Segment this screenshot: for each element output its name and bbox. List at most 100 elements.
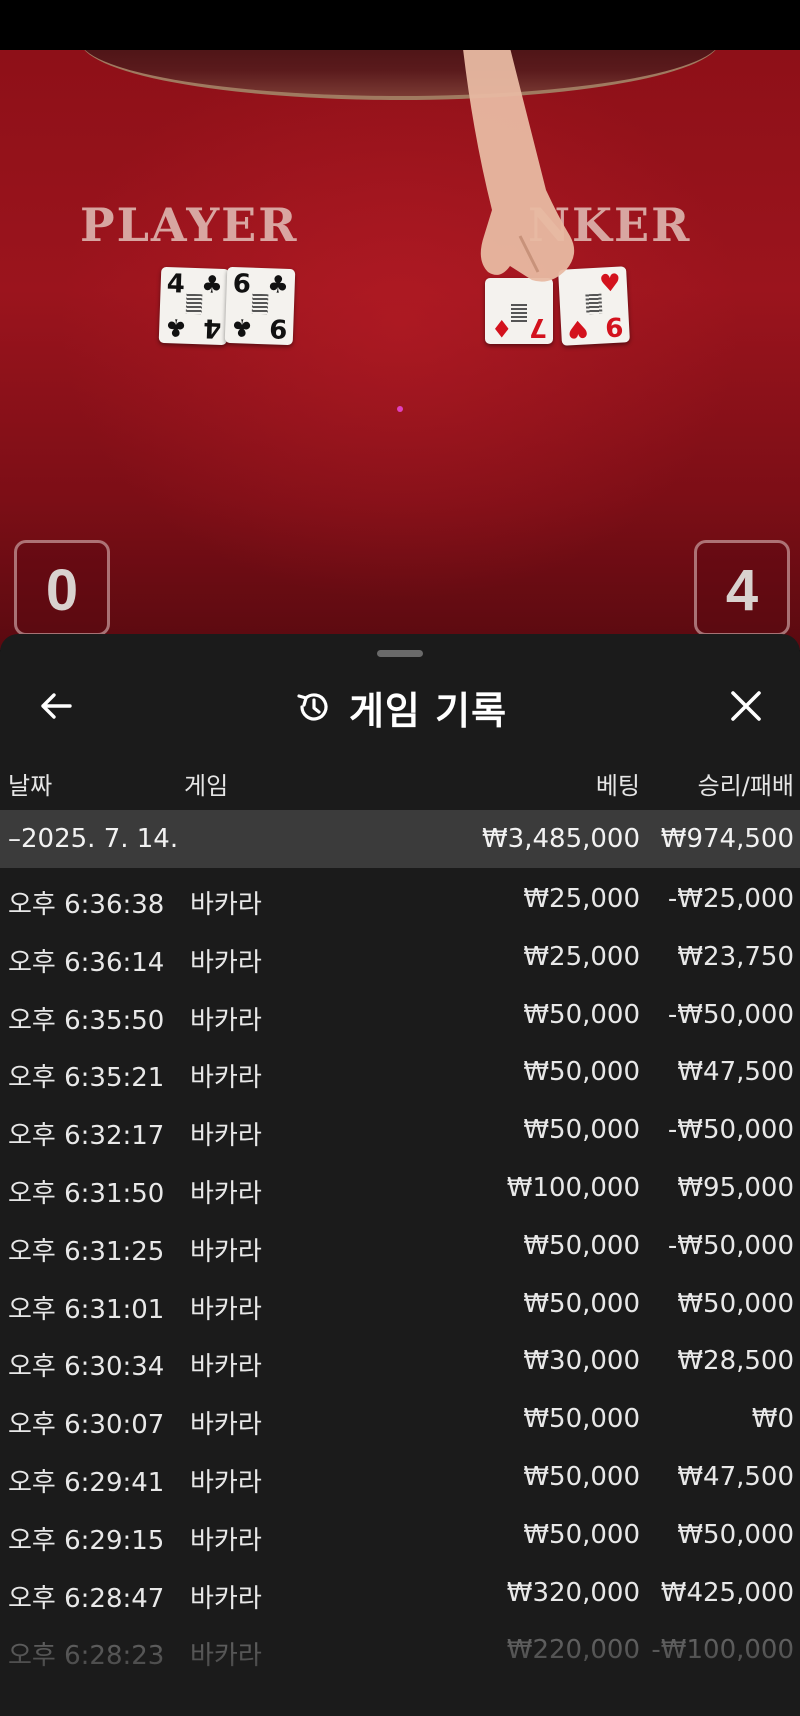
sheet-header: 게임 기록 [0,674,800,740]
row-time: 오후 6:28:47 [8,1583,165,1614]
column-header-bet: 베팅 [595,772,640,800]
row-game: 바카라 [190,1063,262,1094]
drag-handle[interactable] [377,650,423,657]
history-row[interactable]: 오후 6:30:34 바카라 ₩30,000 ₩28,500 [0,1330,800,1388]
row-win-loss: ₩0 [751,1404,794,1435]
card-rank-bottom: 9 [268,312,288,343]
banker-score: 4 [694,540,790,636]
table-rim [80,50,720,100]
history-row[interactable]: 오후 6:31:01 바카라 ₩50,000 ₩50,000 [0,1273,800,1331]
row-time: 오후 6:36:14 [8,947,165,978]
history-row[interactable]: 오후 6:32:17 바카라 ₩50,000 -₩50,000 [0,1099,800,1157]
club-suit-icon: ♣ [200,270,224,299]
heart-suit-icon: ♥ [598,268,622,298]
column-header-date: 날짜 [8,772,53,800]
status-bar [0,0,800,50]
row-win-loss: -₩100,000 [651,1635,794,1666]
row-win-loss: -₩50,000 [667,1230,794,1261]
row-time: 오후 6:28:23 [8,1641,165,1672]
close-button[interactable] [720,680,772,732]
row-time: 오후 6:35:21 [8,1063,165,1094]
row-time: 오후 6:29:15 [8,1525,165,1556]
row-game: 바카라 [190,1583,262,1614]
history-row[interactable]: 오후 6:36:38 바카라 ₩25,000 -₩25,000 [0,868,800,926]
row-bet: ₩50,000 [523,1230,640,1261]
row-bet: ₩50,000 [523,1519,640,1550]
player-card-1: 4 ♣ ♣ 4 [158,266,230,346]
row-time: 오후 6:31:01 [8,1294,165,1325]
card-pattern [185,293,203,315]
history-icon [297,693,328,721]
row-time: 오후 6:30:34 [8,1352,165,1383]
arrow-left-icon [41,693,72,719]
row-bet: ₩50,000 [523,1115,640,1146]
card-rank-bottom: 9 [604,310,624,342]
row-bet: ₩25,000 [523,941,640,972]
back-button[interactable] [30,680,82,732]
laser-dot [397,406,403,412]
dealer-hand [463,50,575,282]
row-win-loss: -₩25,000 [667,884,794,914]
history-row[interactable]: 오후 6:28:47 바카라 ₩320,000 ₩425,000 [0,1562,800,1620]
row-game: 바카라 [190,1641,262,1672]
column-header-win-loss: 승리/패배 [697,772,794,800]
row-win-loss: ₩50,000 [677,1519,794,1550]
row-game: 바카라 [190,1467,262,1498]
row-game: 바카라 [190,1352,262,1383]
card-rank-bottom: 4 [202,312,222,343]
history-row[interactable]: 오후 6:35:21 바카라 ₩50,000 ₩47,500 [0,1041,800,1099]
player-card-2: 6 ♣ ♣ 9 [224,266,296,346]
row-game: 바카라 [190,947,262,978]
row-bet: ₩320,000 [506,1577,640,1608]
card-pattern [585,293,603,315]
row-game: 바카라 [190,1005,262,1036]
close-icon [731,691,761,721]
row-bet: ₩30,000 [523,1346,640,1377]
row-game: 바카라 [190,890,262,920]
row-game: 바카라 [190,1525,262,1556]
row-win-loss: ₩28,500 [677,1346,794,1377]
history-row[interactable]: 오후 6:35:50 바카라 ₩50,000 -₩50,000 [0,984,800,1042]
row-bet: ₩220,000 [506,1635,640,1666]
row-game: 바카라 [190,1410,262,1441]
row-bet: ₩25,000 [523,884,640,914]
row-win-loss: ₩50,000 [677,1288,794,1319]
history-row[interactable]: 오후 6:31:50 바카라 ₩100,000 ₩95,000 [0,1157,800,1215]
row-bet: ₩50,000 [523,1057,640,1088]
card-rank: 6 [232,269,252,300]
club-suit-icon: ♣ [230,313,254,342]
row-bet: ₩50,000 [523,1461,640,1492]
history-row[interactable]: 오후 6:29:15 바카라 ₩50,000 ₩50,000 [0,1504,800,1562]
row-win-loss: ₩425,000 [660,1577,794,1608]
row-bet: ₩100,000 [506,1172,640,1203]
club-suit-icon: ♣ [266,270,290,299]
row-bet: ₩50,000 [523,999,640,1030]
row-time: 오후 6:29:41 [8,1467,165,1498]
history-row[interactable]: 오후 6:29:41 바카라 ₩50,000 ₩47,500 [0,1446,800,1504]
row-win-loss: ₩47,500 [677,1461,794,1492]
summary-win-loss: ₩974,500 [660,824,794,854]
history-row[interactable]: 오후 6:30:07 바카라 ₩50,000 ₩0 [0,1388,800,1446]
player-area-label: PLAYER [80,198,299,252]
row-bet: ₩50,000 [523,1404,640,1435]
club-suit-icon: ♣ [164,313,188,342]
row-win-loss: -₩50,000 [667,1115,794,1146]
row-win-loss: -₩50,000 [667,999,794,1030]
row-time: 오후 6:30:07 [8,1410,165,1441]
summary-bet: ₩3,485,000 [481,824,640,854]
date-summary-row[interactable]: –2025. 7. 14. ₩3,485,000 ₩974,500 [0,810,800,868]
history-row[interactable]: 오후 6:28:23 바카라 ₩220,000 -₩100,000 [0,1619,800,1677]
row-win-loss: ₩95,000 [677,1172,794,1203]
row-win-loss: ₩47,500 [677,1057,794,1088]
history-row[interactable]: 오후 6:36:14 바카라 ₩25,000 ₩23,750 [0,926,800,984]
row-time: 오후 6:31:25 [8,1236,165,1267]
history-list[interactable]: 오후 6:36:38 바카라 ₩25,000 -₩25,000 오후 6:36:… [0,868,800,1716]
summary-date: –2025. 7. 14. [8,824,179,854]
row-game: 바카라 [190,1121,262,1152]
row-game: 바카라 [190,1294,262,1325]
card-rank: 4 [166,269,186,300]
game-history-sheet: 게임 기록 날짜 게임 베팅 승리/패배 –2025. 7. 14. ₩3,48… [0,634,800,1716]
row-time: 오후 6:35:50 [8,1005,165,1036]
history-row[interactable]: 오후 6:31:25 바카라 ₩50,000 -₩50,000 [0,1215,800,1273]
column-headers: 날짜 게임 베팅 승리/패배 [0,760,800,804]
